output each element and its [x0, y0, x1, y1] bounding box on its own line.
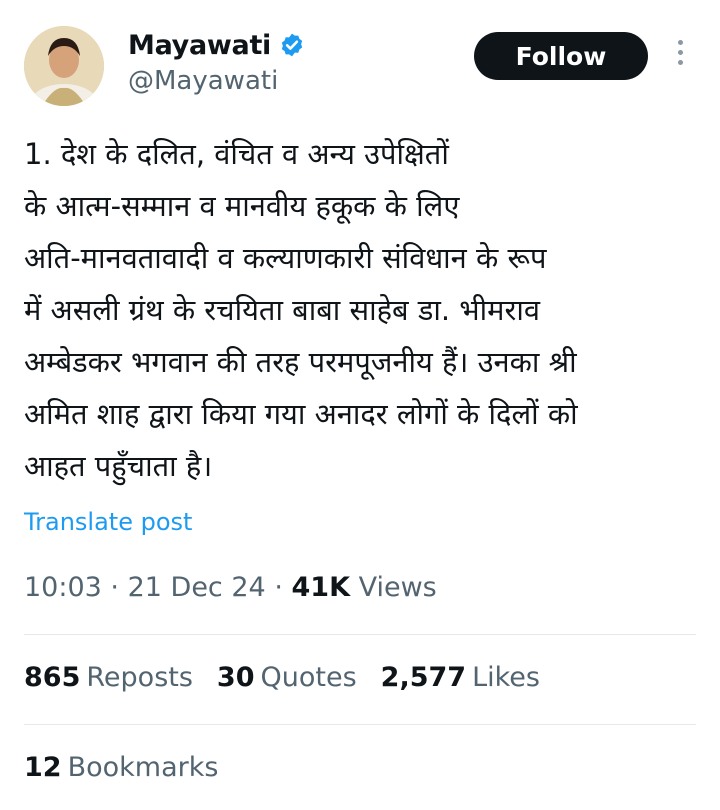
bookmarks-stat[interactable]: 12 Bookmarks — [24, 752, 218, 783]
avatar[interactable] — [24, 26, 104, 106]
more-options-icon[interactable] — [670, 40, 690, 70]
author-handle[interactable]: @Mayawati — [128, 66, 305, 96]
post-date[interactable]: 21 Dec 24 — [128, 572, 266, 603]
likes-count: 2,577 — [380, 662, 467, 693]
divider — [24, 724, 696, 725]
reposts-count: 865 — [24, 662, 81, 693]
reposts-label: Reposts — [86, 662, 193, 693]
post-meta: 10:03 · 21 Dec 24 · 41K Views — [24, 572, 437, 603]
meta-separator: · — [110, 572, 119, 603]
quotes-stat[interactable]: 30 Quotes — [217, 662, 357, 693]
engagement-stats: 865 Reposts 30 Quotes 2,577 Likes — [24, 662, 540, 693]
bookmarks-count: 12 — [24, 752, 62, 783]
author-names: Mayawati @Mayawati — [128, 28, 305, 96]
likes-label: Likes — [472, 662, 540, 693]
meta-separator: · — [274, 572, 283, 603]
verified-badge-icon — [281, 33, 303, 57]
reposts-stat[interactable]: 865 Reposts — [24, 662, 193, 693]
translate-post-link[interactable]: Translate post — [24, 508, 192, 536]
likes-stat[interactable]: 2,577 Likes — [381, 662, 540, 693]
quotes-label: Quotes — [260, 662, 357, 693]
display-name[interactable]: Mayawati — [128, 30, 271, 61]
post-text: 1. देश के दलित, वंचित व अन्य उपेक्षितों … — [24, 137, 578, 483]
views-count: 41K — [291, 572, 351, 603]
divider — [24, 634, 696, 635]
follow-button[interactable]: Follow — [474, 32, 648, 80]
views-label: Views — [358, 572, 437, 603]
bookmarks-label: Bookmarks — [67, 752, 219, 783]
post-header: Mayawati @Mayawati Follow — [0, 0, 720, 110]
quotes-count: 30 — [216, 662, 255, 693]
post-time[interactable]: 10:03 — [24, 572, 102, 603]
